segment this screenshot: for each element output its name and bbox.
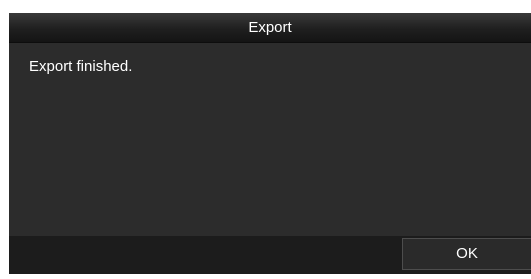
dialog-title-bar: Export	[9, 13, 531, 43]
dialog-footer: OK	[9, 236, 531, 274]
dialog-body: Export finished.	[9, 43, 531, 236]
export-dialog: Export Export finished. OK	[9, 13, 531, 274]
status-message: Export finished.	[29, 58, 133, 75]
dialog-title: Export	[248, 19, 292, 36]
ok-button[interactable]: OK	[402, 238, 531, 270]
